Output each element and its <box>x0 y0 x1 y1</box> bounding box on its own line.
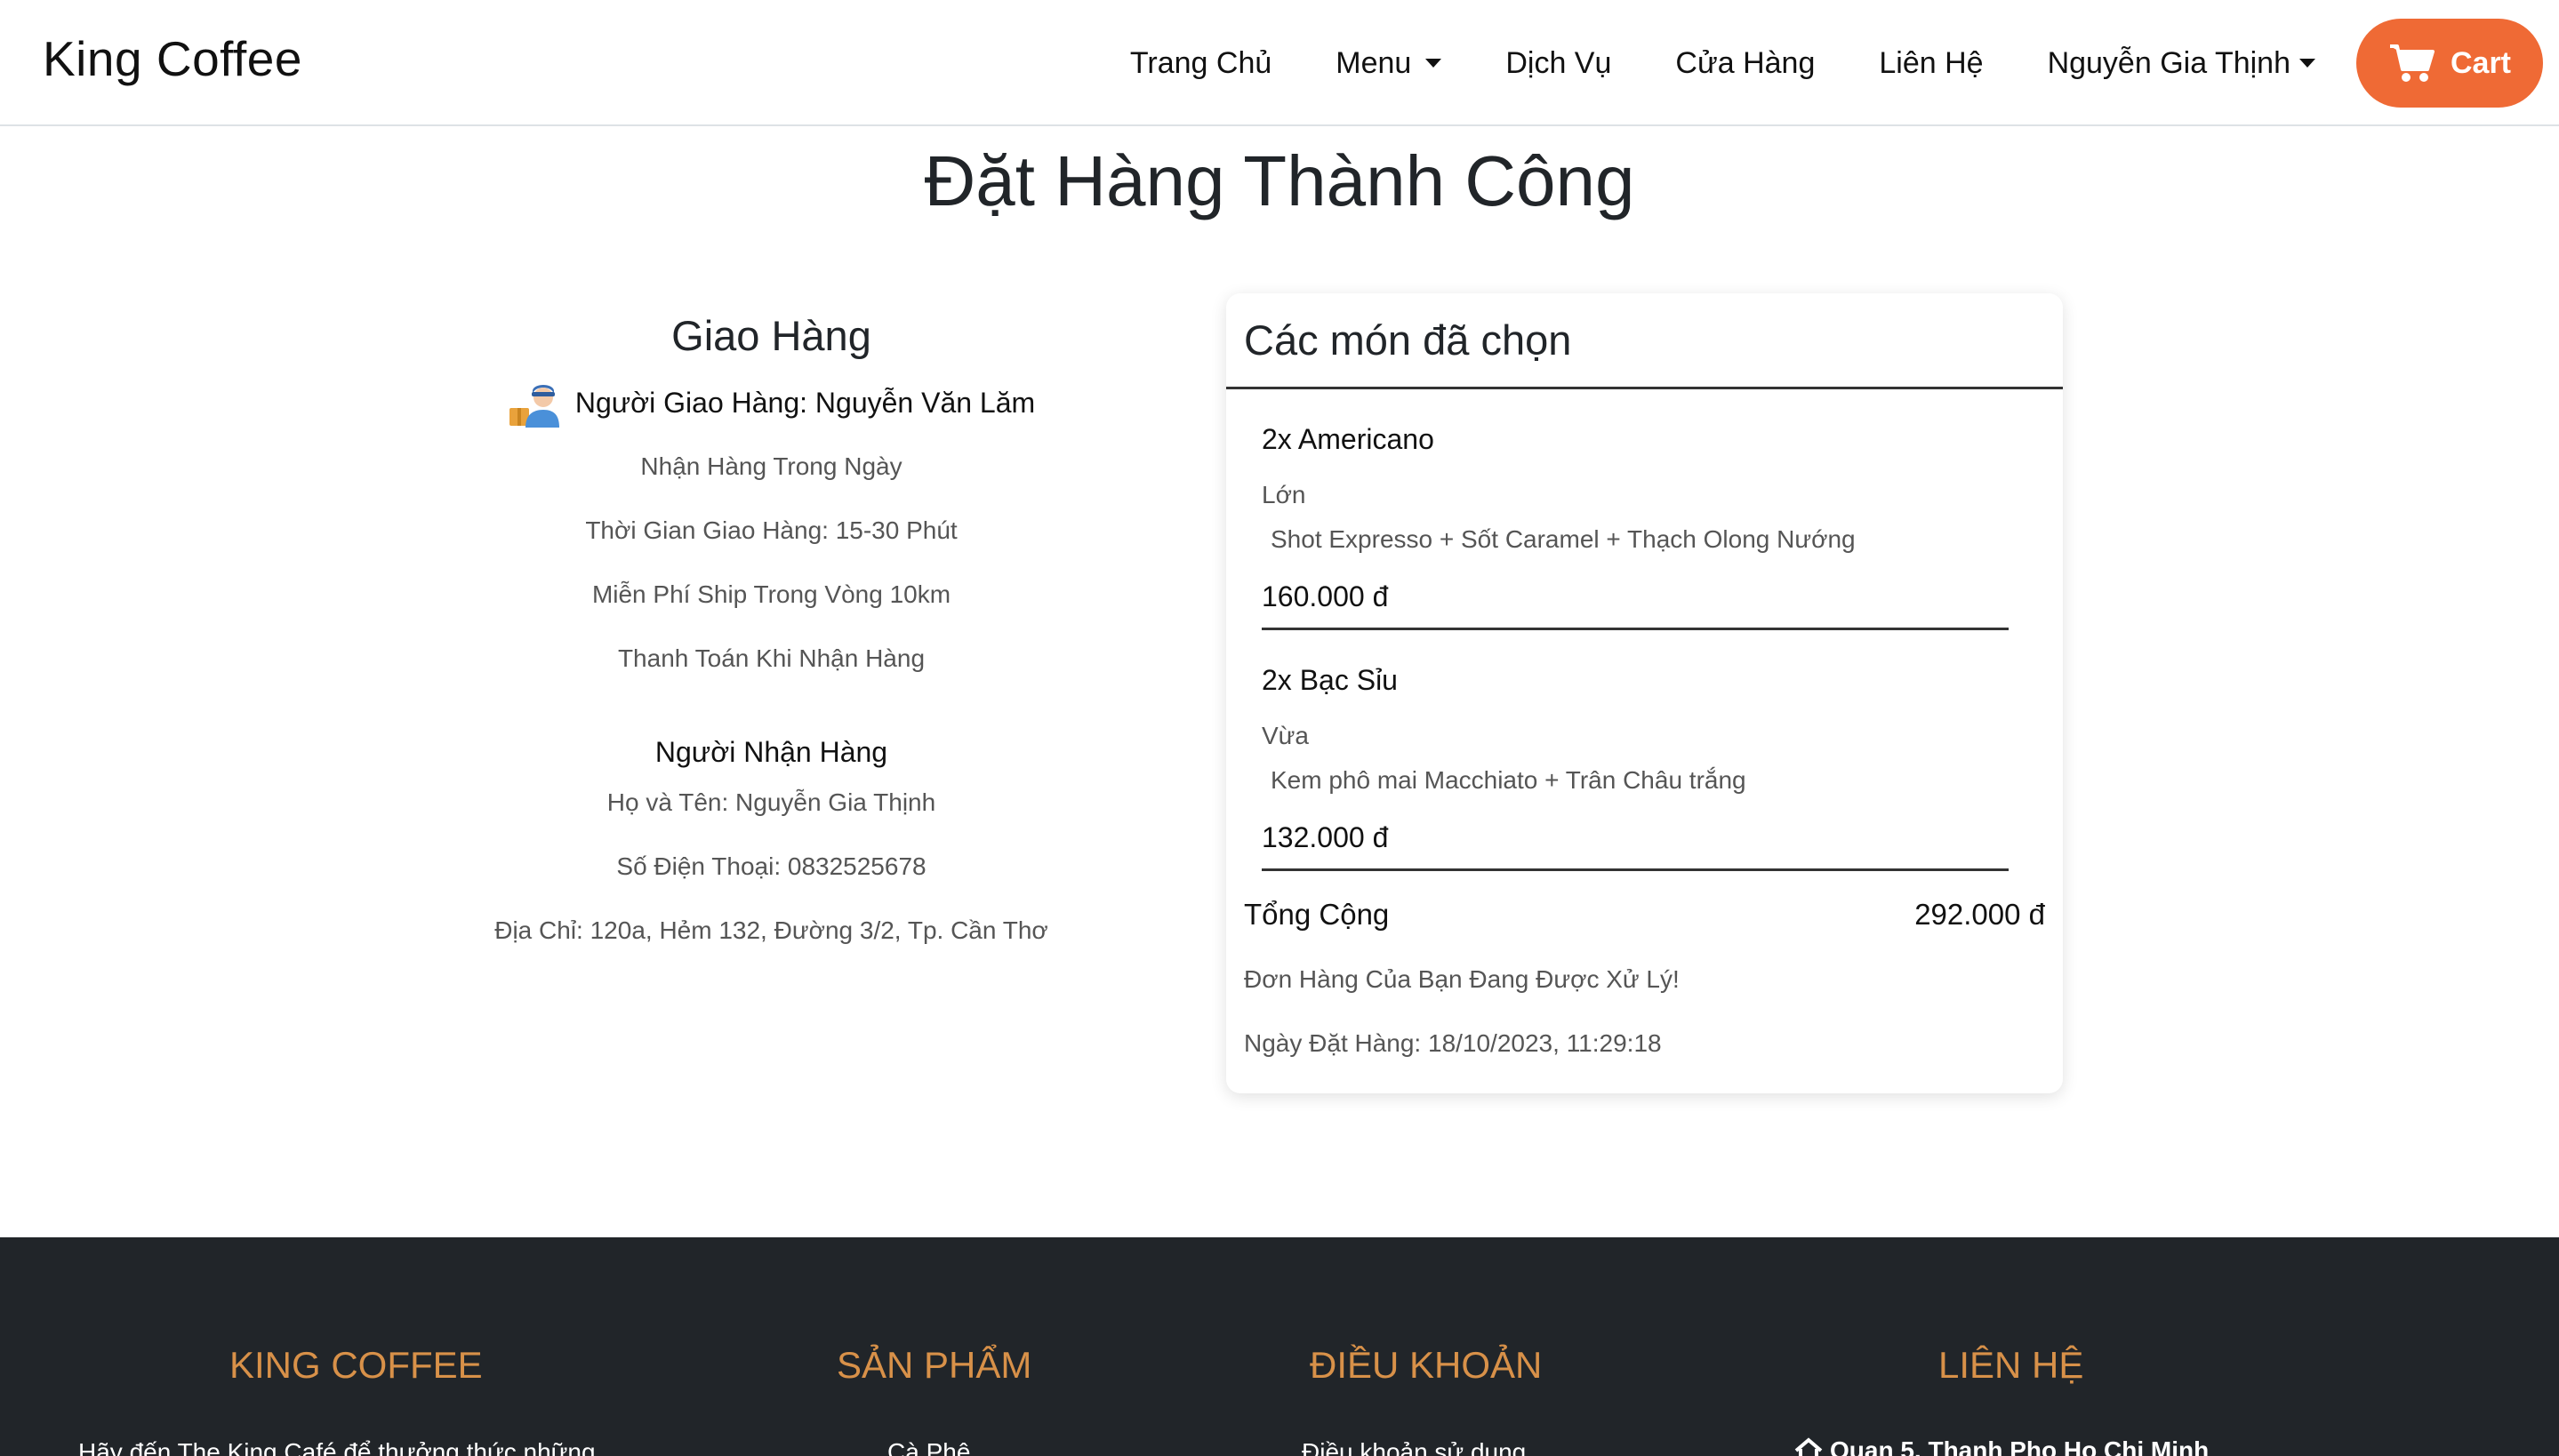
receiver-section: Người Nhận Hàng Họ và Tên: Nguyễn Gia Th… <box>480 736 1063 945</box>
order-item: 2x Bạc Sỉu Vừa Kem phô mai Macchiato + T… <box>1262 664 2009 871</box>
order-total-value: 292.000 đ <box>1914 898 2045 931</box>
nav-link-stores[interactable]: Cửa Hàng <box>1675 46 1815 81</box>
footer-address: Quan 5, Thanh Pho Ho Chi Minh <box>1794 1436 2209 1456</box>
footer-col-contact: LIÊN HỆ <box>1938 1344 2083 1387</box>
delivery-line-free-ship: Miễn Phí Ship Trong Vòng 10km <box>591 580 951 608</box>
delivery-section: Giao Hàng Người Giao Hàng: Nguyễn Văn Lă… <box>480 311 1063 673</box>
user-dropdown[interactable]: Nguyễn Gia Thịnh <box>2048 46 2315 81</box>
order-summary-card: Các món đã chọn 2x Americano Lớn Shot Ex… <box>1226 293 2063 1093</box>
nav-link-contact[interactable]: Liên Hệ <box>1879 46 1983 81</box>
nav-link-home[interactable]: Trang Chủ <box>1130 46 1271 81</box>
cart-icon <box>2389 44 2435 82</box>
delivery-line-same-day: Nhận Hàng Trong Ngày <box>640 452 902 480</box>
nav-links: Trang Chủ Menu Dịch Vụ Cửa Hàng Liên Hệ … <box>1130 0 2559 126</box>
delivery-line-payment: Thanh Toán Khi Nhận Hàng <box>617 644 926 672</box>
footer: KING COFFEE Hãy đến The King Café để thư… <box>0 1237 2559 1456</box>
receiver-phone: Số Điện Thoại: 0832525678 <box>616 852 927 880</box>
order-item-price: 160.000 đ <box>1262 580 1389 612</box>
page-title: Đặt Hàng Thành Công <box>924 141 1635 220</box>
caret-down-icon <box>2299 59 2315 68</box>
order-status: Đơn Hàng Của Bạn Đang Được Xử Lý! <box>1244 965 1680 993</box>
home-icon <box>1794 1437 1823 1456</box>
footer-title-contact: LIÊN HỆ <box>1938 1344 2084 1386</box>
footer-title-products: SẢN PHẨM <box>837 1344 1032 1386</box>
order-item-toppings: Kem phô mai Macchiato + Trân Châu trắng <box>1271 766 1746 794</box>
receiver-heading: Người Nhận Hàng <box>654 736 888 768</box>
nav-link-services[interactable]: Dịch Vụ <box>1505 46 1611 81</box>
order-total-row: Tổng Cộng 292.000 đ <box>1244 898 2045 932</box>
user-name: Nguyễn Gia Thịnh <box>2047 45 2290 80</box>
delivery-line-time: Thời Gian Giao Hàng: 15-30 Phút <box>585 516 958 544</box>
brand-logo[interactable]: King Coffee <box>43 30 302 87</box>
order-date: Ngày Đặt Hàng: 18/10/2023, 11:29:18 <box>1244 1029 1662 1057</box>
order-heading: Các món đã chọn <box>1244 316 1572 364</box>
nav-menu-dropdown[interactable]: Menu <box>1336 45 1442 81</box>
receiver-name: Họ và Tên: Nguyễn Gia Thịnh <box>606 788 936 816</box>
nav-link-contact-label: Liên Hệ <box>1879 45 1984 80</box>
cart-label: Cart <box>2450 45 2512 80</box>
footer-title-brand: KING COFFEE <box>229 1344 483 1386</box>
receiver-address: Địa Chỉ: 120a, Hẻm 132, Đường 3/2, Tp. C… <box>494 916 1048 944</box>
order-item-size: Vừa <box>1262 722 1309 749</box>
footer-link-coffee[interactable]: Cà Phê <box>887 1438 970 1456</box>
shipper-row: Người Giao Hàng: Nguyễn Văn Lăm <box>480 374 1063 431</box>
footer-address-text: Quan 5, Thanh Pho Ho Chi Minh <box>1830 1436 2210 1456</box>
shipper-name: Người Giao Hàng: Nguyễn Văn Lăm <box>574 386 1036 419</box>
footer-brand-text: Hãy đến The King Café để thưởng thức nhữ… <box>78 1438 596 1456</box>
cart-button[interactable]: Cart <box>2356 19 2543 108</box>
caret-down-icon <box>1425 59 1442 68</box>
footer-col-terms: ĐIỀU KHOẢN <box>1310 1344 1542 1387</box>
footer-title-terms: ĐIỀU KHOẢN <box>1310 1344 1543 1386</box>
order-item-name: 2x Americano <box>1262 423 1434 455</box>
footer-link-terms-of-use[interactable]: Điều khoản sử dụng <box>1302 1438 1526 1456</box>
order-item-size: Lớn <box>1262 481 1306 508</box>
footer-col-brand: KING COFFEE <box>229 1344 483 1387</box>
order-item-price: 132.000 đ <box>1262 821 1389 853</box>
delivery-man-icon <box>509 385 559 428</box>
nav-link-stores-label: Cửa Hàng <box>1675 45 1816 80</box>
order-item-name: 2x Bạc Sỉu <box>1262 664 1398 696</box>
order-total-label: Tổng Cộng <box>1244 898 1390 931</box>
nav-link-services-label: Dịch Vụ <box>1505 45 1612 80</box>
delivery-heading: Giao Hàng <box>671 312 871 359</box>
footer-col-products: SẢN PHẨM <box>837 1344 1031 1387</box>
nav-menu-label: Menu <box>1336 45 1412 80</box>
order-item-toppings: Shot Expresso + Sốt Caramel + Thạch Olon… <box>1271 525 1856 553</box>
order-item: 2x Americano Lớn Shot Expresso + Sốt Car… <box>1262 423 2009 630</box>
navbar: King Coffee Trang Chủ Menu Dịch Vụ Cửa H… <box>0 0 2559 126</box>
nav-link-home-label: Trang Chủ <box>1129 45 1272 80</box>
order-card-header: Các món đã chọn <box>1226 293 2063 389</box>
